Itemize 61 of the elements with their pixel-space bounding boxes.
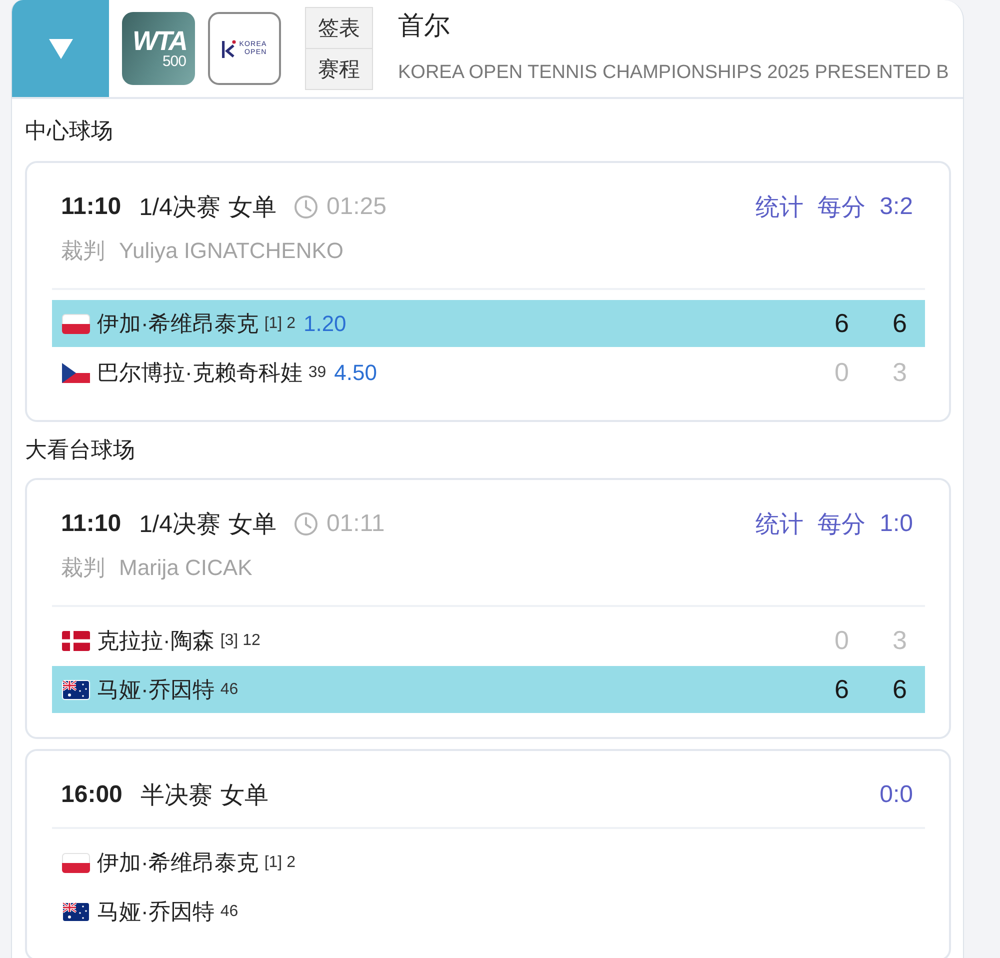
set-score: 6 (892, 308, 907, 339)
match-link[interactable]: 统计 (756, 508, 804, 540)
player-name: 伊加·希维昂泰克 (97, 848, 258, 876)
referee-label: 裁判 (61, 555, 105, 580)
toggle-button[interactable] (12, 0, 109, 97)
set-score: 0 (834, 625, 849, 656)
referee-name: Marija CICAK (119, 555, 252, 580)
match-event: 女单 (220, 781, 268, 811)
poland-flag-icon (62, 852, 90, 872)
match-time: 16:00 (61, 781, 122, 809)
player-seeding: [1] 2 (264, 854, 296, 872)
k-mark-icon (222, 40, 236, 58)
match-event: 女单 (228, 193, 276, 223)
set-score: 6 (892, 674, 907, 705)
player-name: 马娅·乔因特 (97, 676, 214, 704)
match-round: 1/4决赛 (139, 193, 220, 223)
clock-icon (294, 512, 318, 536)
match-round: 1/4决赛 (139, 510, 220, 540)
player-odds: 1.20 (303, 310, 346, 336)
set-score: 3 (892, 357, 907, 388)
player-name: 克拉拉·陶森 (97, 626, 214, 654)
tournament-subtitle: KOREA OPEN TENNIS CHAMPIONSHIPS 2025 PRESENTED B (398, 63, 949, 83)
logo-number: 500 (162, 54, 186, 70)
poland-flag-icon (62, 314, 90, 334)
player-odds: 4.50 (334, 360, 377, 386)
czechia-flag-icon (62, 362, 90, 382)
match-score: 3:2 (880, 193, 913, 221)
australia-flag-icon (62, 902, 90, 922)
match-round: 半决赛 (140, 781, 212, 811)
player-name: 巴尔博拉·克赖奇科娃 (97, 358, 302, 386)
match-event: 女单 (228, 510, 276, 540)
player-seeding: 39 (308, 364, 326, 382)
set-score: 0 (834, 357, 849, 388)
match-time: 11:10 (61, 193, 122, 221)
match-link[interactable]: 统计 (756, 191, 804, 223)
player-seeding: [3] 12 (220, 632, 260, 650)
player-seeding: 46 (220, 902, 238, 920)
match-score: 0:0 (880, 781, 913, 809)
match-time: 11:10 (61, 510, 122, 538)
player-name: 伊加·希维昂泰克 (97, 310, 258, 338)
set-score: 3 (892, 625, 907, 656)
australia-flag-icon (62, 680, 90, 700)
player-seeding: [1] 2 (264, 314, 296, 332)
match-link[interactable]: 每分 (818, 191, 866, 223)
referee-name: Yuliya IGNATCHENKO (119, 238, 344, 263)
match-duration: 01:25 (326, 193, 386, 221)
match-score: 1:0 (880, 510, 913, 538)
player-seeding: 46 (220, 680, 238, 698)
clock-icon (294, 195, 318, 219)
denmark-flag-icon (62, 630, 90, 650)
caret-down-icon (48, 38, 72, 58)
referee-label: 裁判 (61, 238, 105, 263)
set-score: 6 (834, 674, 849, 705)
nav-button[interactable]: 赛程 (305, 49, 373, 90)
tournament-title: 首尔 (398, 10, 451, 40)
match-link[interactable]: 每分 (818, 508, 866, 540)
logo-wordmark: WTA (132, 28, 186, 54)
match-duration: 01:11 (326, 510, 385, 538)
set-score: 6 (834, 308, 849, 339)
nav-button[interactable]: 签表 (305, 7, 373, 49)
player-name: 马娅·乔因特 (97, 898, 214, 926)
